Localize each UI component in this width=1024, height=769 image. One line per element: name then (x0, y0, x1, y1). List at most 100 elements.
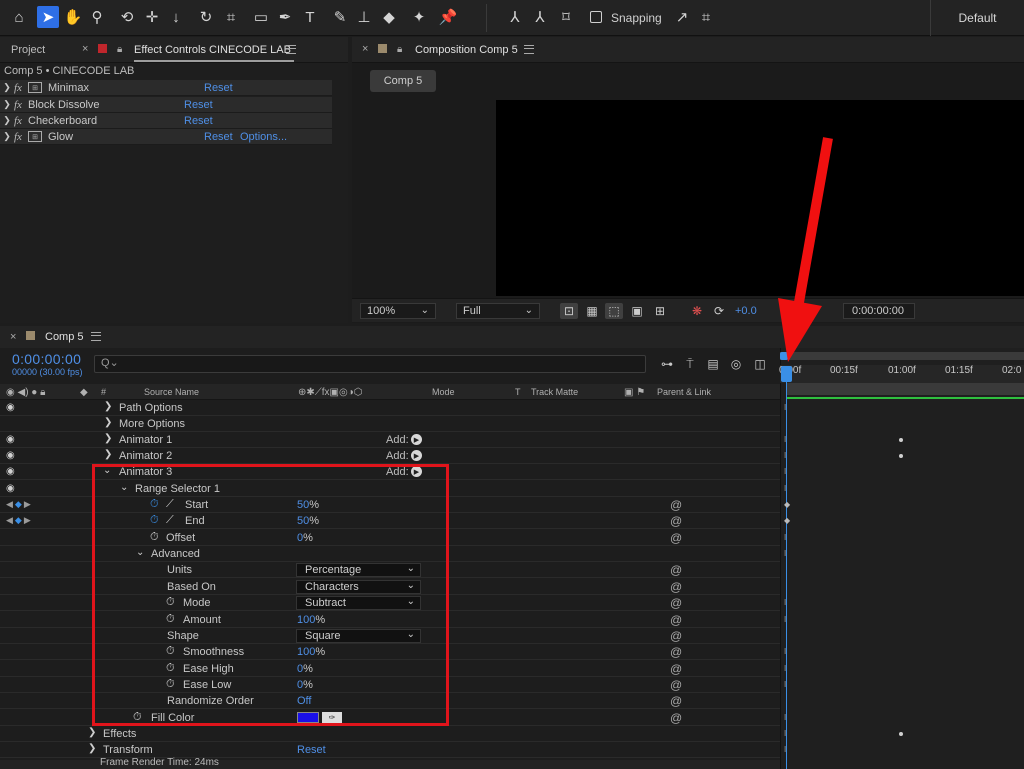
add-menu-button[interactable]: ▶ (411, 450, 422, 461)
comp-flowchart-icon[interactable]: ⊶ (658, 356, 676, 372)
eye-icon[interactable]: ◉ (6, 483, 15, 494)
pickwhip-icon[interactable]: @ (670, 498, 682, 512)
pen-tool-icon[interactable]: ✒ (274, 6, 296, 28)
resolution-dropdown[interactable]: Full ⌄ (456, 303, 540, 319)
graph-editor-icon[interactable]: ◫ (751, 356, 769, 372)
eye-icon[interactable]: ◉ (6, 434, 15, 445)
color-channels-icon[interactable]: ❋ (688, 303, 706, 319)
chevron-right-icon[interactable]: ❯ (88, 743, 96, 754)
keyframe-icon[interactable]: ◆ (784, 516, 790, 525)
chevron-right-icon[interactable]: ❯ (104, 401, 112, 412)
effect-row[interactable]: ❯ fx ⊞ Glow Reset Options... (0, 129, 332, 145)
keyframe-icon[interactable]: ◆ (784, 500, 790, 509)
eye-icon[interactable]: ◉ (6, 450, 15, 461)
snapping-checkbox[interactable] (590, 11, 602, 23)
mask-visibility-icon[interactable]: ⬚ (605, 303, 623, 319)
pan-behind-icon[interactable]: ⌗ (220, 6, 242, 28)
keyframe-dot[interactable] (899, 732, 903, 736)
effect-row[interactable]: ❯ fx Checkerboard Reset (0, 113, 332, 129)
puppet-pin-icon[interactable]: 📌 (437, 6, 459, 28)
dolly-camera-icon[interactable]: ↓ (165, 6, 187, 28)
chevron-right-icon[interactable]: ❯ (88, 727, 96, 738)
property-group-row[interactable]: ❯ Effects (0, 726, 780, 743)
fast-previews-icon[interactable]: ⊡ (560, 303, 578, 319)
draft-3d-icon[interactable]: ⍑ (681, 356, 699, 372)
reset-link[interactable]: Reset (184, 99, 220, 111)
eraser-tool-icon[interactable]: ◆ (378, 6, 400, 28)
guides-icon[interactable]: ⊞ (651, 303, 669, 319)
keyframe-navigator[interactable]: ◀◆▶ (6, 499, 33, 510)
pickwhip-icon[interactable]: @ (670, 596, 682, 610)
orbit-camera-icon[interactable]: ⟲ (116, 6, 138, 28)
selection-tool-icon[interactable]: ➤ (37, 6, 59, 28)
lock-icon[interactable]: 🔒︎ (397, 44, 406, 55)
tab-composition[interactable]: Composition Comp 5 (415, 44, 518, 56)
reset-link[interactable]: Reset (184, 115, 220, 127)
current-time-display[interactable]: 0:00:00:00 (12, 351, 81, 367)
property-group-row[interactable]: ❯ Transform Reset (0, 742, 780, 759)
reset-link[interactable]: Reset (297, 744, 326, 756)
keyframe-dot[interactable] (899, 438, 903, 442)
tab-project[interactable]: Project (11, 44, 45, 56)
pickwhip-icon[interactable]: @ (670, 678, 682, 692)
reset-link[interactable]: Reset (204, 131, 240, 143)
pickwhip-icon[interactable]: @ (670, 563, 682, 577)
animator-row[interactable]: ◉ ❯ Animator 2 Add: ▶ (0, 448, 780, 465)
chevron-right-icon[interactable]: ❯ (0, 131, 14, 142)
pickwhip-icon[interactable]: @ (670, 694, 682, 708)
pickwhip-icon[interactable]: @ (670, 580, 682, 594)
fx-toggle-icon[interactable]: fx (14, 131, 28, 143)
property-row[interactable]: ❯ More Options (0, 416, 780, 433)
pickwhip-icon[interactable]: @ (670, 662, 682, 676)
brush-tool-icon[interactable]: ✎ (329, 6, 351, 28)
snap-grid-icon[interactable]: ⌗ (695, 6, 717, 28)
property-row[interactable]: ◉ ❯ Path Options (0, 400, 780, 417)
pickwhip-icon[interactable]: @ (670, 514, 682, 528)
axis-local-icon[interactable]: ⅄ (504, 6, 526, 28)
layer-search-input[interactable]: Q⌄ (94, 355, 646, 373)
timeline-graph-area[interactable] (780, 348, 1024, 769)
rotation-tool-icon[interactable]: ↻ (195, 6, 217, 28)
zoom-dropdown[interactable]: 100% ⌄ (360, 303, 436, 319)
work-area-bar[interactable] (786, 383, 1024, 395)
pickwhip-icon[interactable]: @ (670, 629, 682, 643)
panel-menu-icon[interactable] (524, 45, 534, 54)
fx-toggle-icon[interactable]: fx (14, 115, 28, 127)
roto-brush-icon[interactable]: ✦ (408, 6, 430, 28)
transparency-grid-icon[interactable]: ▦ (583, 303, 601, 319)
rectangle-tool-icon[interactable]: ▭ (250, 6, 272, 28)
add-menu-button[interactable]: ▶ (411, 434, 422, 445)
chevron-right-icon[interactable]: ❯ (104, 417, 112, 428)
timecode-field[interactable]: 0:00:00:00 (843, 303, 915, 319)
chevron-right-icon[interactable]: ❯ (104, 433, 112, 444)
motion-blur-icon[interactable]: ◎ (727, 356, 745, 372)
exposure-value[interactable]: +0.0 (735, 305, 757, 317)
chevron-right-icon[interactable]: ❯ (104, 449, 112, 460)
eye-icon[interactable]: ◉ (6, 402, 15, 413)
pan-camera-icon[interactable]: ✛ (141, 6, 163, 28)
pickwhip-icon[interactable]: @ (670, 613, 682, 627)
close-icon[interactable]: × (82, 43, 88, 55)
hand-tool-icon[interactable]: ✋ (62, 6, 84, 28)
close-icon[interactable]: × (362, 43, 368, 55)
axis-world-icon[interactable]: ⅄ (529, 6, 551, 28)
chevron-right-icon[interactable]: ❯ (0, 115, 14, 126)
pickwhip-icon[interactable]: @ (670, 645, 682, 659)
effect-row[interactable]: ❯ fx ⊞ Minimax Reset (0, 80, 332, 96)
eye-icon[interactable]: ◉ (6, 466, 15, 477)
column-source-name[interactable]: Source Name (144, 387, 199, 397)
zoom-tool-icon[interactable]: ⚲ (86, 6, 108, 28)
pickwhip-icon[interactable]: @ (670, 711, 682, 725)
lock-icon[interactable]: 🔒︎ (117, 44, 126, 55)
frame-blending-icon[interactable]: ▤ (704, 356, 722, 372)
animator-row[interactable]: ◉ ❯ Animator 1 Add: ▶ (0, 432, 780, 449)
composition-canvas[interactable] (496, 100, 1024, 296)
clone-stamp-icon[interactable]: ⊥ (353, 6, 375, 28)
reset-link[interactable]: Reset (204, 82, 240, 94)
effect-row[interactable]: ❯ fx Block Dissolve Reset (0, 97, 332, 113)
current-time-indicator-line[interactable] (786, 368, 787, 769)
reset-exposure-icon[interactable]: ⟳ (710, 303, 728, 319)
fx-toggle-icon[interactable]: fx (14, 99, 28, 111)
close-icon[interactable]: × (10, 331, 16, 343)
snap-arrow-icon[interactable]: ↗ (671, 6, 693, 28)
